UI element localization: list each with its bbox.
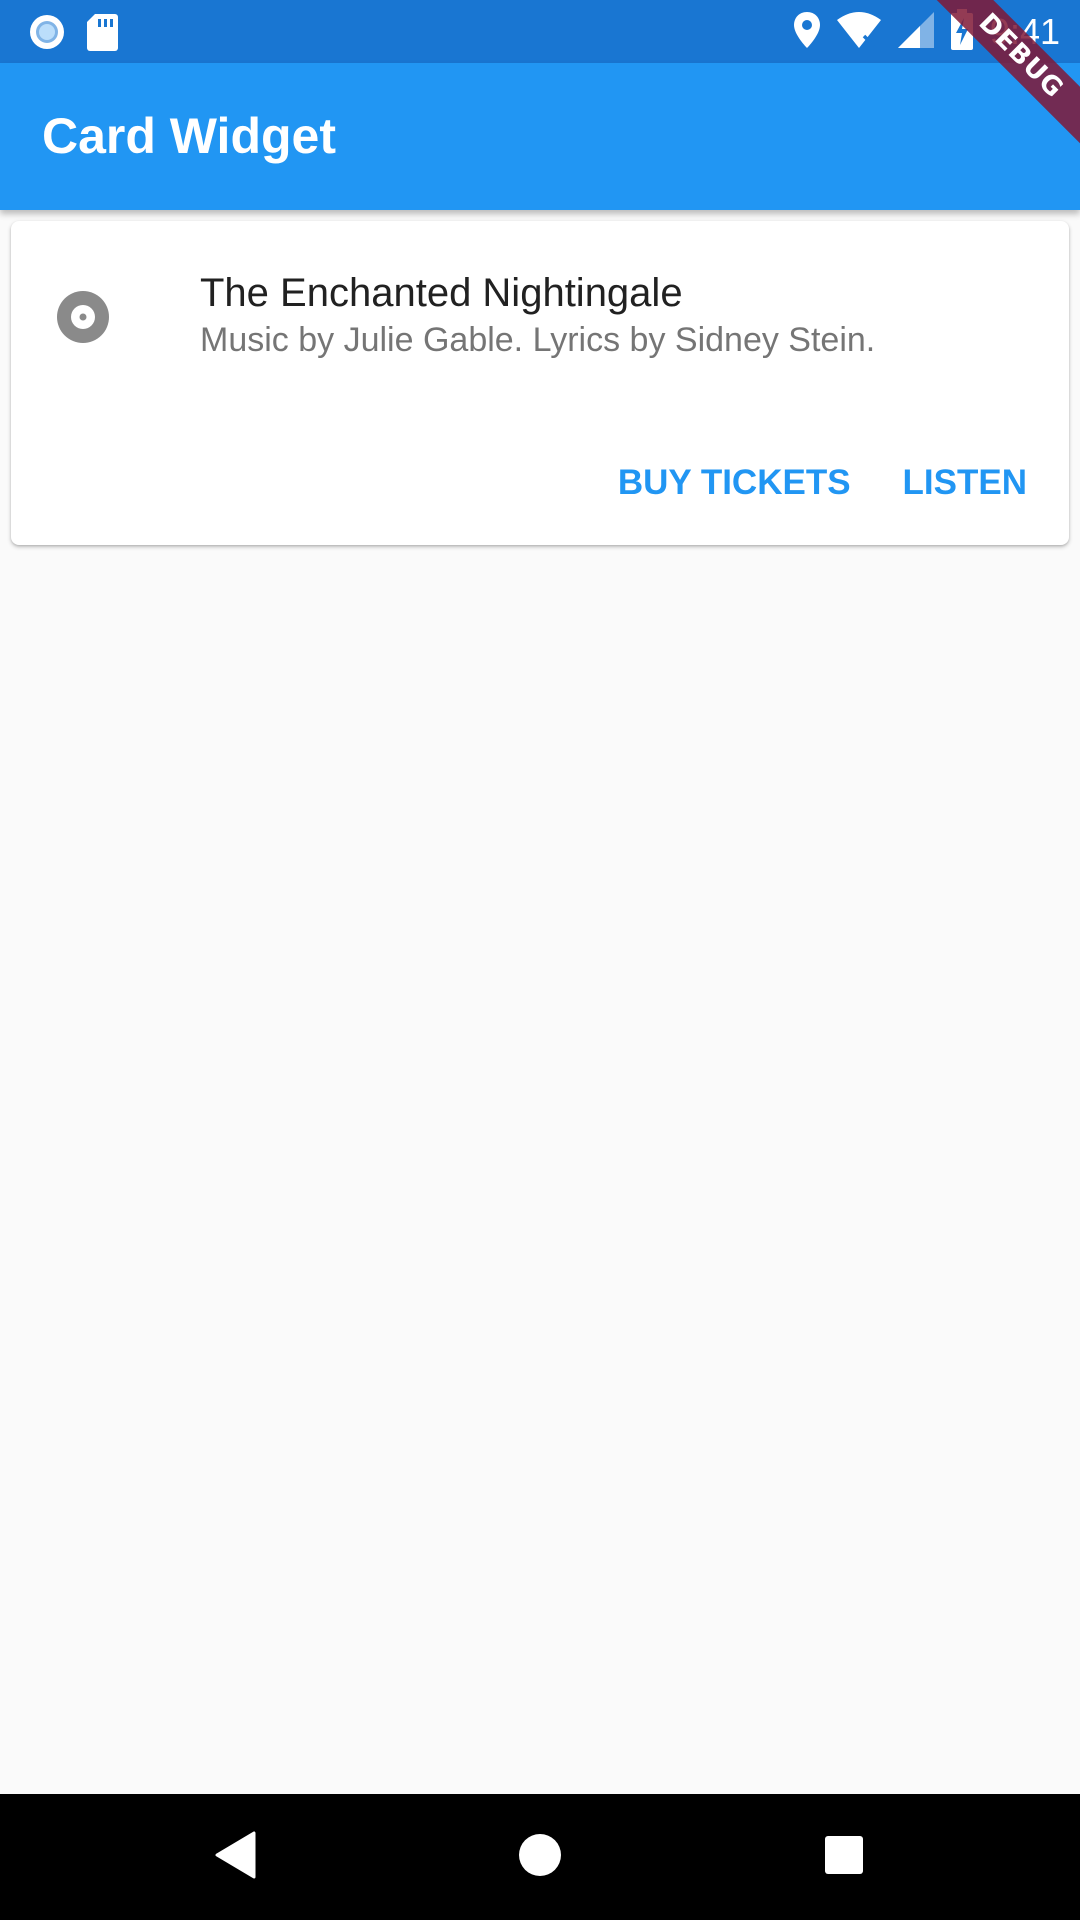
recents-button[interactable] <box>784 1794 904 1920</box>
page-title: Card Widget <box>42 108 336 164</box>
listen-button[interactable]: LISTEN <box>897 453 1033 513</box>
album-icon <box>57 291 109 343</box>
card-subtitle: Music by Julie Gable. Lyrics by Sidney S… <box>200 321 876 359</box>
record-icon <box>27 12 67 57</box>
wifi-icon <box>836 10 882 55</box>
status-bar: 9:41 <box>0 0 1080 63</box>
navigation-bar <box>0 1794 1080 1920</box>
recents-icon <box>823 1834 865 1881</box>
signal-icon <box>896 10 936 55</box>
screen: 9:41 DEBUG Card Widget The Enchanted Nig… <box>0 0 1080 1920</box>
sd-card-icon <box>85 12 119 57</box>
card-title: The Enchanted Nightingale <box>200 271 683 315</box>
buy-tickets-button[interactable]: BUY TICKETS <box>612 453 857 513</box>
app-bar: Card Widget <box>0 63 1080 210</box>
status-left-icons <box>27 12 119 57</box>
back-button[interactable] <box>176 1794 296 1920</box>
home-button[interactable] <box>480 1794 600 1920</box>
home-icon <box>517 1832 563 1883</box>
card-actions: BUY TICKETS LISTEN <box>612 453 1033 513</box>
location-icon <box>792 10 822 55</box>
song-card: The Enchanted Nightingale Music by Julie… <box>11 221 1069 545</box>
back-icon <box>214 1831 258 1884</box>
